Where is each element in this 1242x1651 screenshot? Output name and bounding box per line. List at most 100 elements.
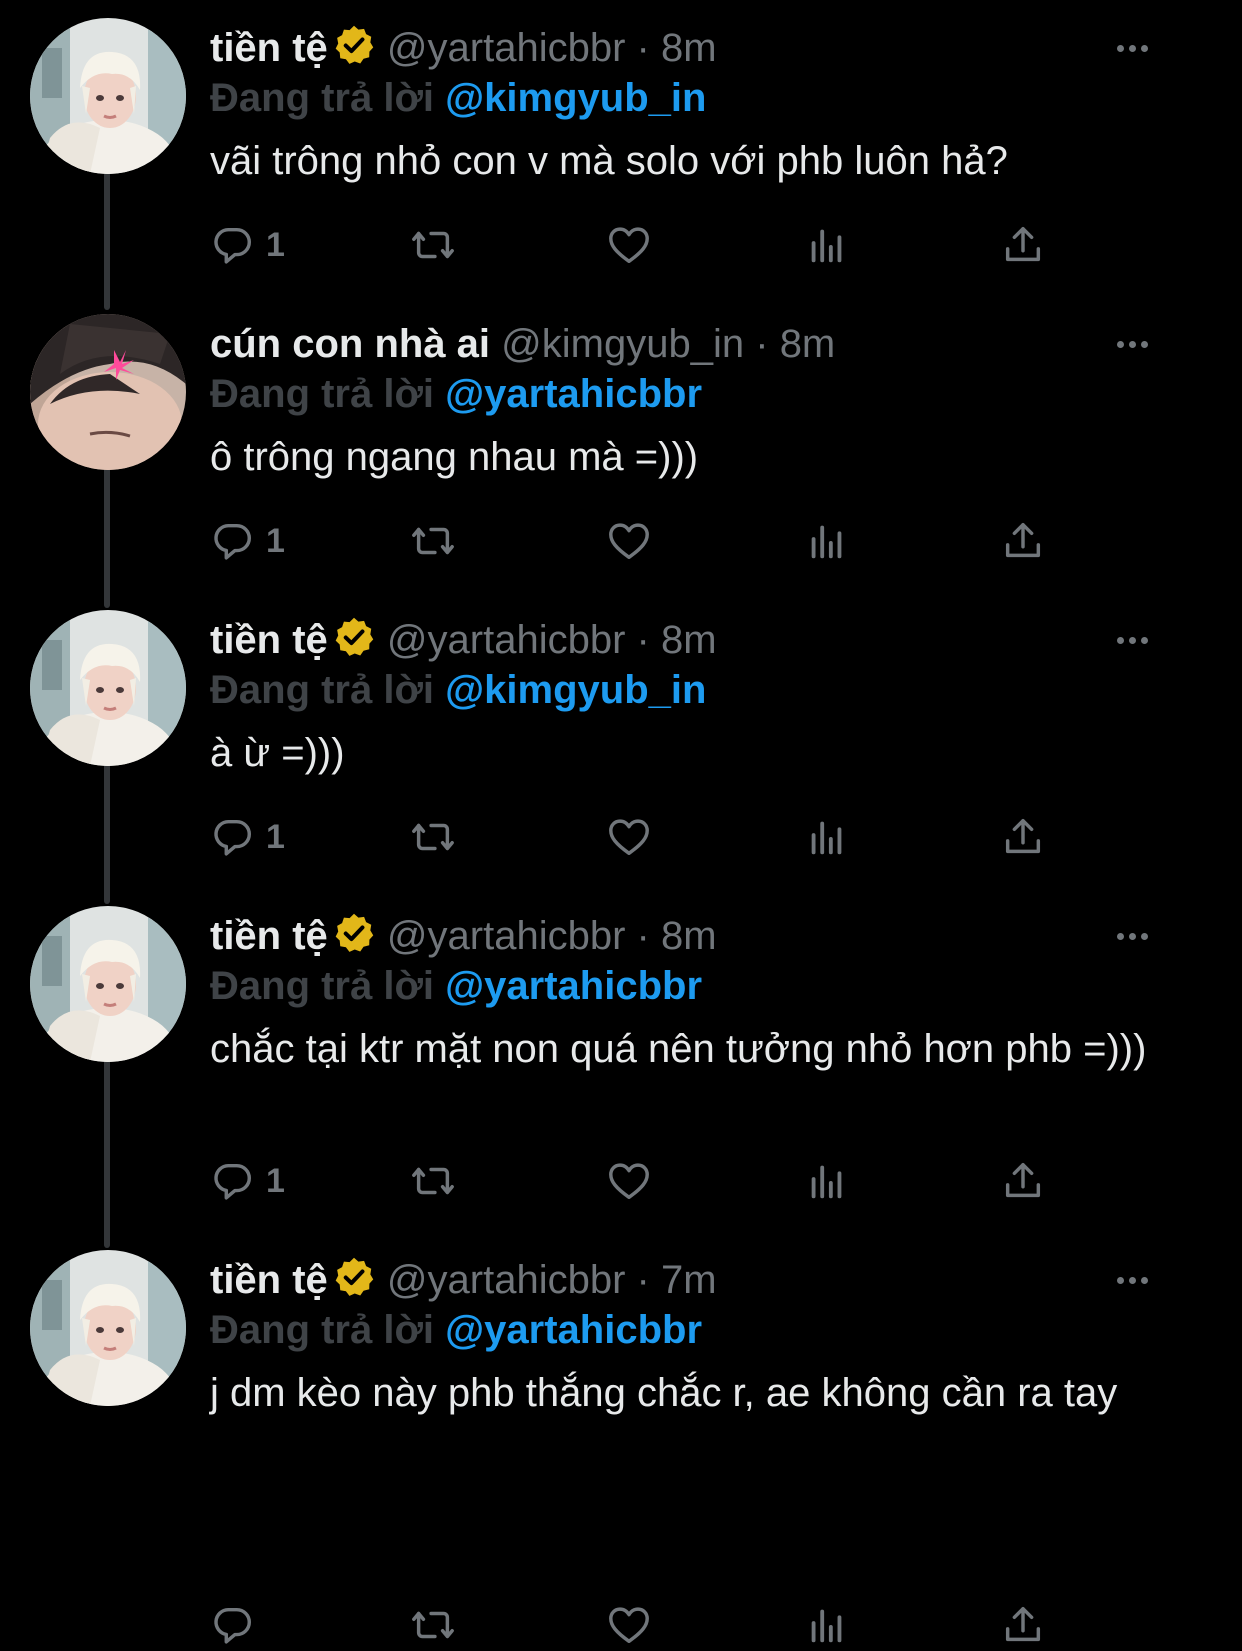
replying-to: Đang trả lời @yartahicbbr <box>210 370 1200 418</box>
share-button[interactable] <box>1000 812 1046 862</box>
separator: · <box>636 618 650 662</box>
retweet-icon <box>410 814 456 860</box>
share-icon <box>1000 518 1046 564</box>
avatar-blond-person-icon <box>30 18 186 174</box>
replying-to-handle[interactable]: @yartahicbbr <box>445 1308 702 1352</box>
user-handle[interactable]: @yartahicbbr <box>387 1258 625 1302</box>
verified-badge-icon[interactable] <box>332 615 376 659</box>
like-button[interactable] <box>606 1156 652 1206</box>
user-handle[interactable]: @yartahicbbr <box>387 26 625 70</box>
retweet-icon <box>410 1602 456 1648</box>
replying-to-handle[interactable]: @kimgyub_in <box>445 76 706 120</box>
share-icon <box>1000 222 1046 268</box>
timestamp[interactable]: 8m <box>661 914 717 958</box>
retweet-button[interactable] <box>410 1600 456 1650</box>
share-button[interactable] <box>1000 516 1046 566</box>
replying-to-label: Đang trả lời <box>210 76 435 120</box>
verified-badge-icon[interactable] <box>332 911 376 955</box>
replying-to: Đang trả lời @kimgyub_in <box>210 666 1200 714</box>
timestamp[interactable]: 8m <box>661 618 717 662</box>
heart-icon <box>606 222 652 268</box>
tweet-header: tiền tệ @yartahicbbr · 7m <box>210 1254 1200 1306</box>
reply-count: 1 <box>266 1161 285 1200</box>
like-button[interactable] <box>606 1600 652 1650</box>
timestamp[interactable]: 8m <box>780 322 836 366</box>
tweet[interactable]: cún con nhà ai @kimgyub_in · 8m Đang trả… <box>0 296 1242 596</box>
more-options-icon[interactable] <box>1117 910 1148 962</box>
more-options-icon[interactable] <box>1117 22 1148 74</box>
reply-icon <box>210 814 256 860</box>
verified-badge-icon[interactable] <box>332 23 376 67</box>
like-button[interactable] <box>606 812 652 862</box>
avatar-dark-hair-person-icon <box>30 314 186 470</box>
reply-button[interactable]: 1 <box>210 812 285 862</box>
retweet-button[interactable] <box>410 516 456 566</box>
display-name[interactable]: cún con nhà ai <box>210 322 490 366</box>
tweet-text: vãi trông nhỏ con v mà solo với phb luôn… <box>210 139 1008 183</box>
user-handle[interactable]: @yartahicbbr <box>387 914 625 958</box>
more-options-icon[interactable] <box>1117 1254 1148 1306</box>
avatar[interactable] <box>30 314 186 470</box>
tweet[interactable]: tiền tệ @yartahicbbr · 8m Đang trả lời @… <box>0 592 1242 892</box>
replying-to: Đang trả lời @yartahicbbr <box>210 1306 1200 1354</box>
share-button[interactable] <box>1000 1600 1046 1650</box>
avatar-blond-person-icon <box>30 610 186 766</box>
views-button[interactable] <box>804 812 850 862</box>
tweet-header: cún con nhà ai @kimgyub_in · 8m <box>210 318 1200 370</box>
bar-chart-icon <box>804 518 850 564</box>
reply-button[interactable]: 1 <box>210 1156 285 1206</box>
share-icon <box>1000 814 1046 860</box>
more-options-icon[interactable] <box>1117 318 1148 370</box>
avatar[interactable] <box>30 18 186 174</box>
display-name[interactable]: tiền tệ <box>210 1258 328 1302</box>
retweet-button[interactable] <box>410 812 456 862</box>
separator: · <box>636 26 650 70</box>
display-name[interactable]: tiền tệ <box>210 26 328 70</box>
verified-badge-icon[interactable] <box>332 1255 376 1299</box>
avatar[interactable] <box>30 610 186 766</box>
tweet[interactable]: tiền tệ @yartahicbbr · 8m Đang trả lời @… <box>0 888 1242 1238</box>
views-button[interactable] <box>804 516 850 566</box>
views-button[interactable] <box>804 220 850 270</box>
replying-to-handle[interactable]: @yartahicbbr <box>445 964 702 1008</box>
reply-button[interactable]: 1 <box>210 220 285 270</box>
tweet[interactable]: tiền tệ @yartahicbbr · 7m Đang trả lời @… <box>0 1232 1242 1651</box>
like-button[interactable] <box>606 516 652 566</box>
timestamp[interactable]: 7m <box>661 1258 717 1302</box>
avatar[interactable] <box>30 906 186 1062</box>
replying-to-label: Đang trả lời <box>210 964 435 1008</box>
avatar-blond-person-icon <box>30 1250 186 1406</box>
retweet-button[interactable] <box>410 220 456 270</box>
tweet-header: tiền tệ @yartahicbbr · 8m <box>210 910 1200 962</box>
views-button[interactable] <box>804 1600 850 1650</box>
user-handle[interactable]: @kimgyub_in <box>501 322 744 366</box>
avatar-blond-person-icon <box>30 906 186 1062</box>
conversation-thread: tiền tệ @yartahicbbr · 8m Đang trả lời @… <box>0 0 1242 1651</box>
display-name[interactable]: tiền tệ <box>210 914 328 958</box>
reply-icon <box>210 1158 256 1204</box>
tweet-actions: 1 <box>210 812 1110 862</box>
replying-to-handle[interactable]: @kimgyub_in <box>445 668 706 712</box>
separator: · <box>636 914 650 958</box>
reply-button[interactable]: 1 <box>210 516 285 566</box>
views-button[interactable] <box>804 1156 850 1206</box>
bar-chart-icon <box>804 1602 850 1648</box>
bar-chart-icon <box>804 814 850 860</box>
retweet-icon <box>410 518 456 564</box>
share-button[interactable] <box>1000 1156 1046 1206</box>
reply-button[interactable] <box>210 1600 266 1650</box>
timestamp[interactable]: 8m <box>661 26 717 70</box>
user-handle[interactable]: @yartahicbbr <box>387 618 625 662</box>
retweet-button[interactable] <box>410 1156 456 1206</box>
heart-icon <box>606 814 652 860</box>
avatar[interactable] <box>30 1250 186 1406</box>
display-name[interactable]: tiền tệ <box>210 618 328 662</box>
replying-to-handle[interactable]: @yartahicbbr <box>445 372 702 416</box>
share-icon <box>1000 1158 1046 1204</box>
like-button[interactable] <box>606 220 652 270</box>
replying-to: Đang trả lời @yartahicbbr <box>210 962 1200 1010</box>
more-options-icon[interactable] <box>1117 614 1148 666</box>
reply-count: 1 <box>266 225 285 264</box>
tweet[interactable]: tiền tệ @yartahicbbr · 8m Đang trả lời @… <box>0 0 1242 300</box>
share-button[interactable] <box>1000 220 1046 270</box>
